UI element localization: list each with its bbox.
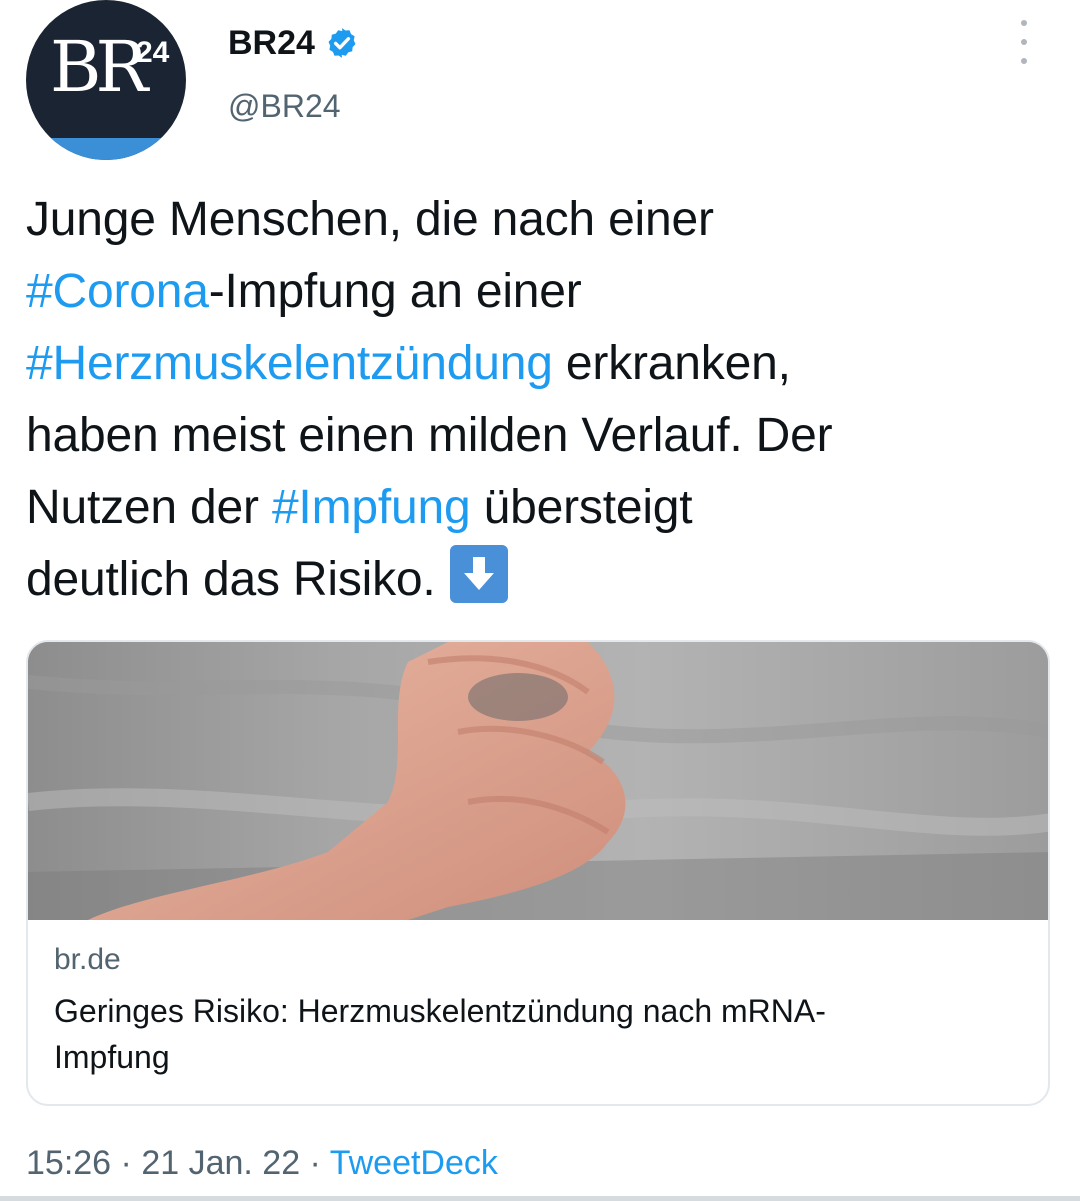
link-card[interactable]: br.de Geringes Risiko: Herzmuskelentzünd… [26,640,1050,1106]
tweet-source-link[interactable]: TweetDeck [330,1144,498,1182]
verified-badge-icon [328,28,356,58]
more-dot [1021,58,1027,64]
tweet-text-line: Nutzen der #Impfung übersteigt [26,472,1056,544]
author-handle[interactable]: @BR24 [228,90,341,122]
tweet-text: Junge Menschen, die nach einer #Corona-Im… [26,184,1056,616]
tweet-text-line: haben meist einen milden Verlauf. Der [26,400,1056,472]
hashtag-link[interactable]: #Herzmuskelentzündung [26,337,553,390]
tweet-text-line: #Corona-Impfung an einer [26,256,1056,328]
bottom-divider [0,1196,1080,1201]
card-photo-illustration [28,642,1048,920]
card-domain: br.de [54,943,121,976]
tweet-text-segment: erkranken, [552,337,791,390]
tweet-text-segment: Nutzen der [26,481,272,534]
hashtag-link[interactable]: #Corona [26,265,209,318]
more-dot [1021,39,1027,45]
tweet-footer: 15:26 · 21 Jan. 22 · TweetDeck [26,1146,498,1180]
tweet-text-line: deutlich das Risiko. [26,544,1056,616]
tweet-text-segment: deutlich das Risiko. [26,553,436,606]
avatar[interactable]: BR 24 [26,0,186,160]
hashtag-link[interactable]: #Impfung [272,481,471,534]
card-title: Geringes Risiko: Herzmuskelentzündung na… [54,993,826,1075]
footer-separator: · [111,1144,142,1182]
tweet-text-line: Junge Menschen, die nach einer [26,184,1056,256]
avatar-logo-br: BR [50,26,148,108]
author-display-name[interactable]: BR24 [228,26,359,60]
author-name-text: BR24 [228,24,315,62]
tweet-text-line: #Herzmuskelentzündung erkranken, [26,328,1056,400]
tweet-text-segment: Junge Menschen, die nach einer [26,193,714,246]
card-image [28,642,1048,920]
tweet-text-segment: haben meist einen milden Verlauf. Der [26,409,833,462]
down-arrow-icon [449,545,508,603]
footer-separator: · [300,1144,330,1182]
more-dot [1021,20,1027,26]
tweet-date[interactable]: 21 Jan. 22 [141,1144,300,1182]
tweet-text-segment: übersteigt [470,481,693,534]
tweet-text-segment: -Impfung an einer [208,265,582,318]
avatar-stripe [26,138,186,160]
more-options-icon[interactable] [1008,20,1040,64]
avatar-logo-24: 24 [136,36,170,69]
tweet-time[interactable]: 15:26 [26,1144,111,1182]
card-meta: br.de Geringes Risiko: Herzmuskelentzünd… [54,942,1022,1080]
tweet[interactable]: BR 24 BR24 @BR24 Junge Menschen, die nac… [0,0,1080,1201]
